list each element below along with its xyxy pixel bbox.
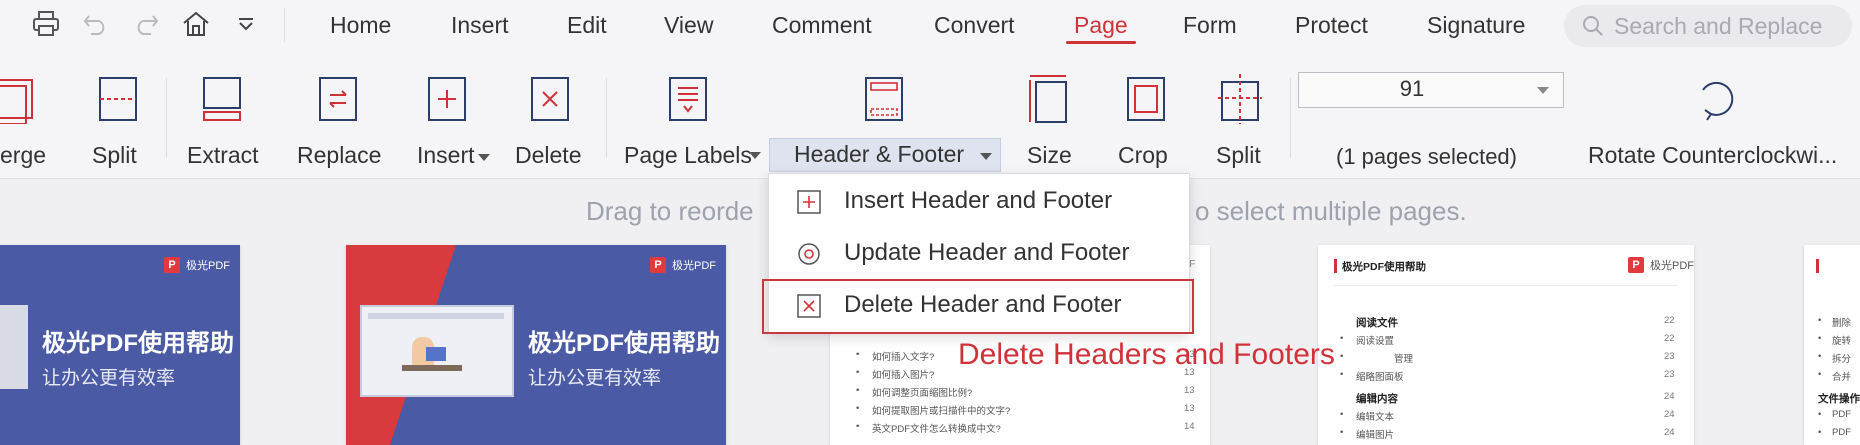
- split-page-icon[interactable]: [1218, 74, 1262, 124]
- annotation-text: Delete Headers and Footers: [958, 338, 1335, 371]
- chevron-down-icon: [1537, 87, 1549, 94]
- menu-insert[interactable]: Insert: [451, 10, 509, 40]
- dropdown-icon[interactable]: [230, 8, 262, 40]
- merge-icon[interactable]: [0, 74, 36, 125]
- page-labels-label[interactable]: Page Labels: [624, 140, 752, 170]
- ribbon-divider: [1290, 78, 1291, 158]
- menu-view[interactable]: View: [664, 10, 713, 40]
- heading-marker: [1334, 259, 1337, 273]
- split-label[interactable]: Split: [92, 140, 137, 170]
- page-labels-dropdown-arrow[interactable]: [749, 152, 761, 159]
- crop-icon[interactable]: [1124, 74, 1168, 124]
- brand-logo: P 极光PDF: [164, 257, 230, 273]
- insert-header-footer-item[interactable]: Insert Header and Footer: [769, 176, 1189, 228]
- merge-label[interactable]: erge: [0, 140, 46, 170]
- menu-form[interactable]: Form: [1183, 10, 1237, 40]
- search-placeholder: Search and Replace: [1614, 12, 1823, 39]
- split-icon[interactable]: [96, 74, 140, 124]
- rotate-counterclockwise-label[interactable]: Rotate Counterclockwi...: [1588, 140, 1837, 170]
- header-footer-label: Header & Footer: [794, 141, 965, 167]
- insert-page-icon[interactable]: [425, 74, 469, 124]
- home-icon[interactable]: [180, 8, 212, 40]
- insert-header-footer-label: Insert Header and Footer: [844, 187, 1113, 214]
- toolbar-divider: [284, 8, 285, 42]
- ribbon-divider: [166, 78, 167, 158]
- replace-label[interactable]: Replace: [297, 140, 381, 170]
- heading-marker: [1816, 259, 1819, 273]
- extract-label[interactable]: Extract: [187, 140, 259, 170]
- insert-dropdown-arrow[interactable]: [478, 154, 490, 161]
- undo-icon[interactable]: [80, 8, 112, 40]
- page-labels-icon[interactable]: [666, 74, 710, 124]
- thumbnail-image: [0, 305, 28, 389]
- menu-home[interactable]: Home: [330, 10, 391, 40]
- search-box[interactable]: Search and Replace: [1564, 5, 1852, 47]
- page-thumbnail[interactable]: P 极光PDF 极光PDF使用帮助 让办公更有效率: [346, 245, 726, 445]
- header-footer-button[interactable]: Header & Footer: [769, 138, 1001, 172]
- menu-protect[interactable]: Protect: [1295, 10, 1368, 40]
- menu-edit[interactable]: Edit: [567, 10, 607, 40]
- insert-page-label[interactable]: Insert: [417, 140, 475, 170]
- highlight-box: [762, 279, 1194, 334]
- extract-icon[interactable]: [200, 74, 244, 124]
- ribbon-divider: [606, 78, 607, 158]
- toc-header-title: 极光PDF使用帮助: [1342, 261, 1426, 273]
- thumbnail-subtitle: 让办公更有效率: [42, 368, 176, 389]
- menu-page[interactable]: Page: [1074, 10, 1128, 40]
- brand-logo: P 极光PDF: [1628, 257, 1694, 273]
- split-page-label[interactable]: Split: [1216, 140, 1261, 170]
- update-header-footer-item[interactable]: Update Header and Footer: [769, 228, 1189, 280]
- thumbnail-subtitle: 让办公更有效率: [528, 368, 662, 389]
- redo-icon[interactable]: [130, 8, 162, 40]
- delete-page-icon[interactable]: [528, 74, 572, 124]
- hint-text-left: Drag to reorde: [586, 196, 754, 226]
- page-thumbnail[interactable]: 极光PDF使用帮助 P 极光PDF 阅读文件 22 • 阅读设置 22 • 管理 23 • 缩…: [1318, 245, 1694, 445]
- plus-box-icon: [797, 190, 821, 214]
- pages-selected-text: (1 pages selected): [1336, 144, 1517, 169]
- thumbnail-title: 极光PDF使用帮助: [528, 330, 720, 357]
- crop-label[interactable]: Crop: [1118, 140, 1168, 170]
- size-label[interactable]: Size: [1027, 140, 1072, 170]
- header-footer-icon[interactable]: [862, 74, 906, 124]
- page-size-icon[interactable]: [1026, 74, 1070, 124]
- page-thumbnail[interactable]: • 删除 • 旋转 • 拆分 • 合并 文件操作 • PDF • PDF: [1804, 245, 1860, 445]
- thumbnail-illustration: [360, 305, 514, 397]
- delete-page-label[interactable]: Delete: [515, 140, 581, 170]
- page-number-value: 91: [1399, 76, 1425, 101]
- page-thumbnail[interactable]: P 极光PDF 极光PDF使用帮助 让办公更有效率: [0, 245, 240, 445]
- header-footer-dropdown-arrow: [980, 153, 992, 160]
- page-number-select[interactable]: 91: [1298, 72, 1564, 108]
- thumbnail-title: 极光PDF使用帮助: [42, 330, 234, 357]
- top-menu-bar: Home Insert Edit View Comment Convert Pa…: [0, 0, 1860, 51]
- search-icon: [1583, 16, 1603, 36]
- print-icon[interactable]: [30, 8, 62, 40]
- refresh-icon: [798, 243, 820, 265]
- menu-convert[interactable]: Convert: [934, 10, 1015, 40]
- replace-icon[interactable]: [316, 74, 360, 124]
- menu-comment[interactable]: Comment: [772, 10, 872, 40]
- hint-text-right: o select multiple pages.: [1195, 196, 1467, 226]
- update-header-footer-label: Update Header and Footer: [844, 239, 1130, 266]
- brand-logo: P 极光PDF: [650, 257, 716, 273]
- rotate-counterclockwise-icon[interactable]: [1693, 74, 1737, 124]
- active-tab-indicator: [1066, 41, 1136, 44]
- menu-signature[interactable]: Signature: [1427, 10, 1525, 40]
